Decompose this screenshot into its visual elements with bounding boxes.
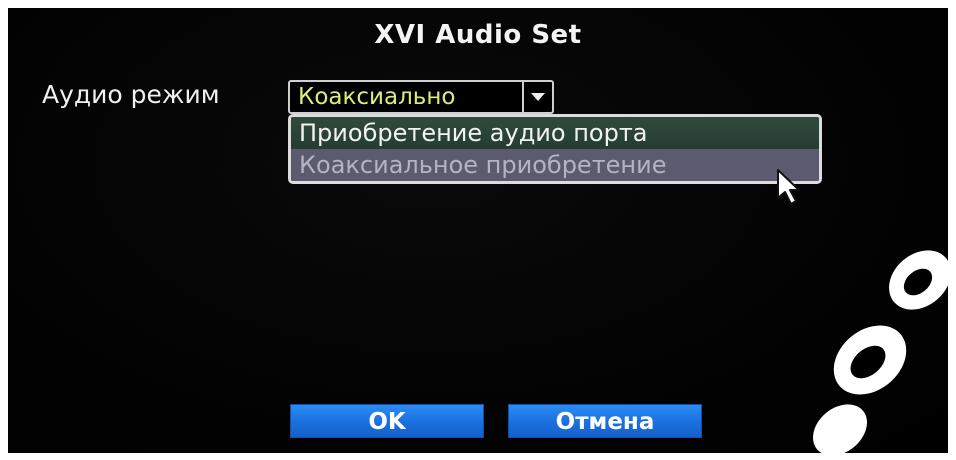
audio-mode-dropdown-list: Приобретение аудио порта Коаксиальное пр…	[288, 114, 822, 184]
audio-mode-select[interactable]: Коаксиально	[288, 80, 554, 114]
mouse-pointer-icon	[772, 168, 812, 208]
watermark-graphic	[800, 240, 956, 460]
dialog-title: XVI Audio Set	[374, 20, 582, 50]
dropdown-option-coaxial[interactable]: Коаксиальное приобретение	[291, 149, 819, 181]
audio-mode-label: Аудио режим	[42, 80, 220, 109]
ok-button[interactable]: OK	[290, 404, 484, 438]
cancel-button[interactable]: Отмена	[508, 404, 702, 438]
audio-mode-selected-value[interactable]: Коаксиально	[290, 82, 524, 112]
chevron-down-icon[interactable]	[524, 82, 552, 112]
dropdown-option-audio-port[interactable]: Приобретение аудио порта	[291, 117, 819, 149]
